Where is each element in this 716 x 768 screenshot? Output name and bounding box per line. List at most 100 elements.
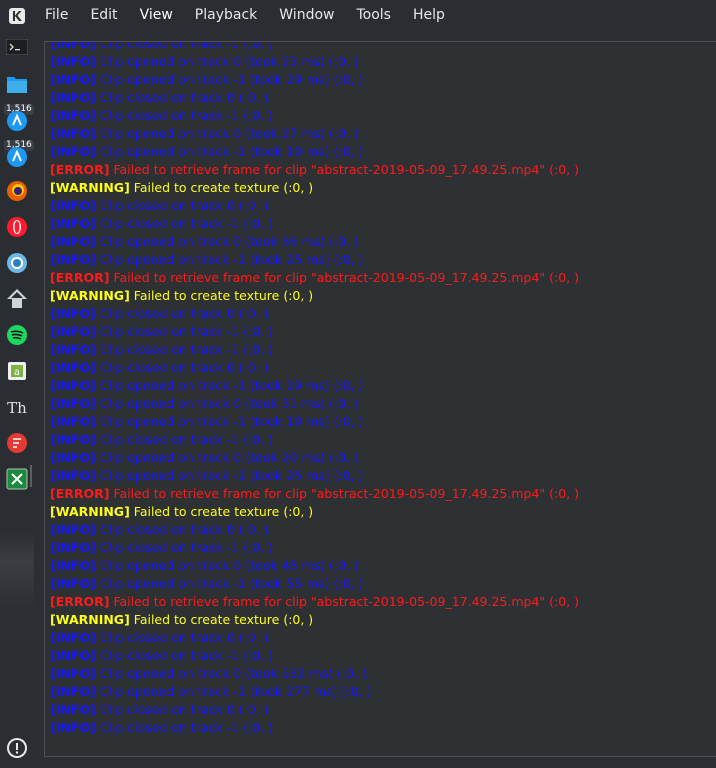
inkscape-icon[interactable] xyxy=(5,287,29,311)
log-line: [INFO] Clip closed on track -1 (:0, ) xyxy=(50,431,716,449)
kde-app-icon-2[interactable] xyxy=(5,145,29,169)
log-line: [INFO] Clip opened on track 0 (took 27 m… xyxy=(50,125,716,143)
log-line: [INFO] Clip closed on track 0 (:0, ) xyxy=(50,629,716,647)
menu-window[interactable]: Window xyxy=(268,0,345,31)
log-message: Clip closed on track -1 (:0, ) xyxy=(99,648,274,663)
log-message: Failed to create texture (:0, ) xyxy=(133,612,314,627)
log-message: Clip closed on track -1 (:0, ) xyxy=(99,41,274,51)
log-line: [ERROR] Failed to retrieve frame for cli… xyxy=(50,593,716,611)
log-level-tag: [INFO] xyxy=(50,72,96,87)
log-message: Clip closed on track -1 (:0, ) xyxy=(99,432,274,447)
task-dock: 1,516 1,516 a Th xyxy=(0,31,34,768)
log-level-tag: [INFO] xyxy=(50,702,96,717)
log-line: [INFO] Clip closed on track -1 (:0, ) xyxy=(50,647,716,665)
log-line: [INFO] Clip closed on track -1 (:0, ) xyxy=(50,41,716,53)
browser-icon[interactable] xyxy=(5,251,29,275)
log-line: [INFO] Clip opened on track 0 (took 23 m… xyxy=(50,53,716,71)
log-level-tag: [INFO] xyxy=(50,252,96,267)
menu-playback[interactable]: Playback xyxy=(184,0,268,31)
log-level-tag: [ERROR] xyxy=(50,270,110,285)
log-line: [INFO] Clip opened on track 0 (took 36 m… xyxy=(50,233,716,251)
log-message: Clip opened on track -1 (took 25 ms) (:0… xyxy=(99,468,364,483)
log-line: [INFO] Clip opened on track -1 (took 55 … xyxy=(50,575,716,593)
log-line: [INFO] Clip closed on track 0 (:0, ) xyxy=(50,305,716,323)
log-line: [INFO] Clip opened on track 0 (took 48 m… xyxy=(50,557,716,575)
svg-text:Th: Th xyxy=(7,399,27,417)
log-line: [WARNING] Failed to create texture (:0, … xyxy=(50,287,716,305)
log-message: Clip closed on track 0 (:0, ) xyxy=(99,198,269,213)
log-line: [INFO] Clip closed on track -1 (:0, ) xyxy=(50,719,716,737)
log-panel[interactable]: [INFO] Clip closed on track -1 (:0, ) [IN… xyxy=(44,41,716,757)
log-message: Failed to create texture (:0, ) xyxy=(133,288,314,303)
folder-icon[interactable] xyxy=(5,72,29,96)
log-level-tag: [INFO] xyxy=(50,396,96,411)
log-message: Failed to create texture (:0, ) xyxy=(133,504,314,519)
terminal-icon[interactable] xyxy=(5,35,29,59)
running-indicator xyxy=(30,465,32,487)
log-message: Clip opened on track 0 (took 27 ms) (:0,… xyxy=(99,126,359,141)
log-message: Failed to retrieve frame for clip "abstr… xyxy=(113,594,579,609)
android-app-icon[interactable]: a xyxy=(5,359,29,383)
spreadsheet-icon[interactable] xyxy=(5,467,29,491)
log-line: [INFO] Clip opened on track -1 (took 29 … xyxy=(50,71,716,89)
log-message: Clip opened on track -1 (took 55 ms) (:0… xyxy=(99,576,364,591)
log-message: Failed to retrieve frame for clip "abstr… xyxy=(113,162,579,177)
log-line: [WARNING] Failed to create texture (:0, … xyxy=(50,179,716,197)
log-message: Clip opened on track -1 (took 25 ms) (:0… xyxy=(99,252,364,267)
log-message: Clip closed on track 0 (:0, ) xyxy=(99,90,269,105)
log-line: [ERROR] Failed to retrieve frame for cli… xyxy=(50,485,716,503)
menu-help[interactable]: Help xyxy=(402,0,456,31)
log-level-tag: [INFO] xyxy=(50,108,96,123)
log-level-tag: [INFO] xyxy=(50,234,96,249)
power-icon[interactable] xyxy=(5,736,29,760)
log-level-tag: [INFO] xyxy=(50,540,96,555)
log-message: Failed to create texture (:0, ) xyxy=(133,180,314,195)
menu-edit[interactable]: Edit xyxy=(79,0,128,31)
kde-launcher-icon[interactable] xyxy=(0,0,34,31)
log-message: Clip opened on track -1 (took 277 ms) (:… xyxy=(99,684,372,699)
log-level-tag: [WARNING] xyxy=(50,612,130,627)
log-line: [INFO] Clip closed on track -1 (:0, ) xyxy=(50,539,716,557)
kde-app-icon[interactable] xyxy=(5,109,29,133)
log-line: [ERROR] Failed to retrieve frame for cli… xyxy=(50,269,716,287)
menu-tools[interactable]: Tools xyxy=(345,0,402,31)
log-line: [INFO] Clip closed on track -1 (:0, ) xyxy=(50,323,716,341)
log-level-tag: [INFO] xyxy=(50,630,96,645)
log-level-tag: [INFO] xyxy=(50,666,96,681)
log-level-tag: [INFO] xyxy=(50,558,96,573)
log-level-tag: [INFO] xyxy=(50,54,96,69)
log-level-tag: [INFO] xyxy=(50,144,96,159)
log-line: [INFO] Clip closed on track 0 (:0, ) xyxy=(50,197,716,215)
menu-file[interactable]: File xyxy=(34,0,79,31)
log-line: [INFO] Clip opened on track 0 (took 532 … xyxy=(50,665,716,683)
log-message: Clip opened on track -1 (took 29 ms) (:0… xyxy=(99,72,364,87)
log-level-tag: [INFO] xyxy=(50,576,96,591)
log-line: [INFO] Clip closed on track 0 (:0, ) xyxy=(50,359,716,377)
log-level-tag: [INFO] xyxy=(50,432,96,447)
log-message: Clip closed on track -1 (:0, ) xyxy=(99,108,274,123)
opera-icon[interactable] xyxy=(5,215,29,239)
log-message: Clip closed on track 0 (:0, ) xyxy=(99,522,269,537)
media-player-icon[interactable] xyxy=(5,431,29,455)
log-message: Failed to retrieve frame for clip "abstr… xyxy=(113,486,579,501)
menu-view[interactable]: View xyxy=(129,0,184,31)
log-level-tag: [INFO] xyxy=(50,378,96,393)
log-message: Clip opened on track 0 (took 23 ms) (:0,… xyxy=(99,54,359,69)
log-level-tag: [INFO] xyxy=(50,342,96,357)
typography-icon[interactable]: Th xyxy=(5,395,29,419)
svg-text:a: a xyxy=(14,367,20,378)
log-level-tag: [INFO] xyxy=(50,450,96,465)
log-line: [INFO] Clip closed on track -1 (:0, ) xyxy=(50,107,716,125)
log-message: Clip opened on track -1 (took 19 ms) (:0… xyxy=(99,414,364,429)
log-level-tag: [ERROR] xyxy=(50,162,110,177)
spotify-icon[interactable] xyxy=(5,323,29,347)
log-level-tag: [INFO] xyxy=(50,90,96,105)
log-message: Clip opened on track -1 (took 29 ms) (:0… xyxy=(99,378,364,393)
log-line: [INFO] Clip closed on track -1 (:0, ) xyxy=(50,215,716,233)
log-level-tag: [ERROR] xyxy=(50,486,110,501)
firefox-icon[interactable] xyxy=(5,179,29,203)
log-level-tag: [ERROR] xyxy=(50,594,110,609)
log-line: [INFO] Clip opened on track -1 (took 19 … xyxy=(50,143,716,161)
log-line: [INFO] Clip opened on track -1 (took 25 … xyxy=(50,467,716,485)
log-message: Clip opened on track -1 (took 19 ms) (:0… xyxy=(99,144,364,159)
